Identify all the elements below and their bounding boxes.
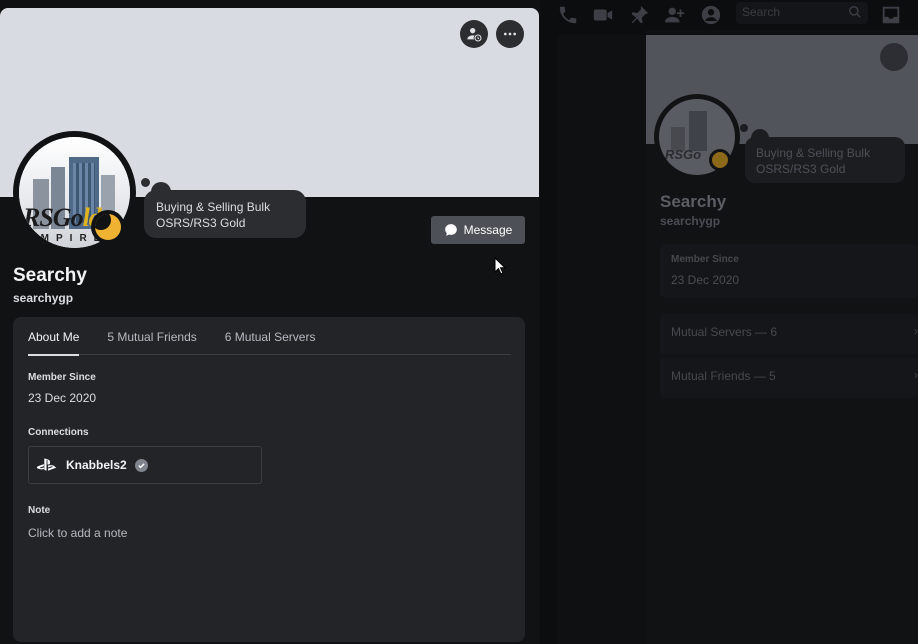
idle-status-icon	[91, 210, 125, 244]
pin-icon[interactable]	[628, 4, 650, 26]
message-button-label: Message	[463, 223, 513, 237]
call-icon[interactable]	[557, 4, 579, 26]
background-banner-button	[880, 43, 908, 71]
background-member-since-value: 23 Dec 2020	[671, 273, 740, 287]
connection-item[interactable]: Knabbels2	[28, 446, 262, 484]
more-options-button[interactable]	[496, 20, 524, 48]
message-button[interactable]: Message	[431, 216, 525, 244]
member-since-label: Member Since	[28, 372, 96, 383]
background-custom-status: Buying & Selling Bulk OSRS/RS3 Gold	[745, 137, 905, 183]
avatar-logo: RSGold	[23, 203, 102, 232]
connections-label: Connections	[28, 427, 89, 438]
friend-pending-icon	[467, 28, 482, 42]
user-profile-modal: RSGold EMPIRE Buying & Selling Bulk OSRS…	[0, 8, 539, 644]
more-dots-icon	[504, 32, 516, 36]
friend-request-button[interactable]	[460, 20, 488, 48]
connection-name: Knabbels2	[66, 458, 127, 472]
profile-info-card: About Me 5 Mutual Friends 6 Mutual Serve…	[13, 317, 525, 642]
background-mutual-friends-row[interactable]: Mutual Friends — 5 ›	[660, 358, 918, 398]
chat-bubble-icon	[444, 224, 457, 236]
tab-mutual-servers[interactable]: 6 Mutual Servers	[225, 330, 316, 355]
note-input[interactable]: Click to add a note	[28, 526, 328, 540]
background-mutual-servers-label: Mutual Servers — 6	[671, 325, 778, 339]
add-member-icon[interactable]	[664, 4, 686, 26]
video-icon[interactable]	[592, 4, 614, 26]
background-bubble-dot	[740, 124, 748, 132]
search-icon	[848, 5, 862, 19]
background-display-name: Searchy	[660, 192, 727, 211]
display-name: Searchy	[13, 265, 87, 286]
verified-check-icon	[134, 458, 148, 472]
playstation-icon	[36, 457, 58, 473]
member-since-value: 23 Dec 2020	[28, 391, 97, 405]
profile-tabs: About Me 5 Mutual Friends 6 Mutual Serve…	[28, 330, 511, 356]
background-mutual-servers-row[interactable]: Mutual Servers — 6 ›	[660, 314, 918, 354]
mouse-cursor-icon	[494, 257, 506, 275]
profile-toggle-icon[interactable]	[700, 4, 722, 26]
background-mutual-friends-label: Mutual Friends — 5	[671, 369, 776, 383]
chevron-right-icon: ›	[914, 324, 918, 338]
background-member-since-label: Member Since	[671, 254, 739, 265]
username: searchygp	[13, 291, 74, 305]
background-member-since-card: Member Since 23 Dec 2020	[660, 244, 918, 298]
custom-status-bubble: Buying & Selling Bulk OSRS/RS3 Gold	[144, 190, 306, 238]
background-search-input[interactable]: Search	[736, 2, 868, 24]
note-label: Note	[28, 505, 51, 516]
tab-mutual-friends[interactable]: 5 Mutual Friends	[107, 330, 196, 355]
background-username: searchygp	[660, 214, 721, 228]
background-status-icon	[709, 149, 731, 171]
tab-about-me[interactable]: About Me	[28, 330, 80, 356]
background-chat-area	[540, 0, 646, 644]
custom-status-bubble-dot	[141, 178, 150, 187]
search-placeholder: Search	[742, 5, 781, 19]
inbox-icon[interactable]	[880, 4, 902, 26]
background-toolbar: Search	[545, 0, 918, 30]
chevron-right-icon: ›	[914, 368, 918, 382]
